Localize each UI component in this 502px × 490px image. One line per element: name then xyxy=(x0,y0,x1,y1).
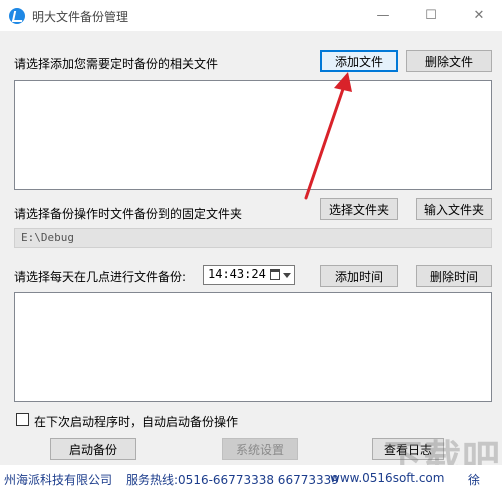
red-arrow-annotation xyxy=(304,72,352,200)
